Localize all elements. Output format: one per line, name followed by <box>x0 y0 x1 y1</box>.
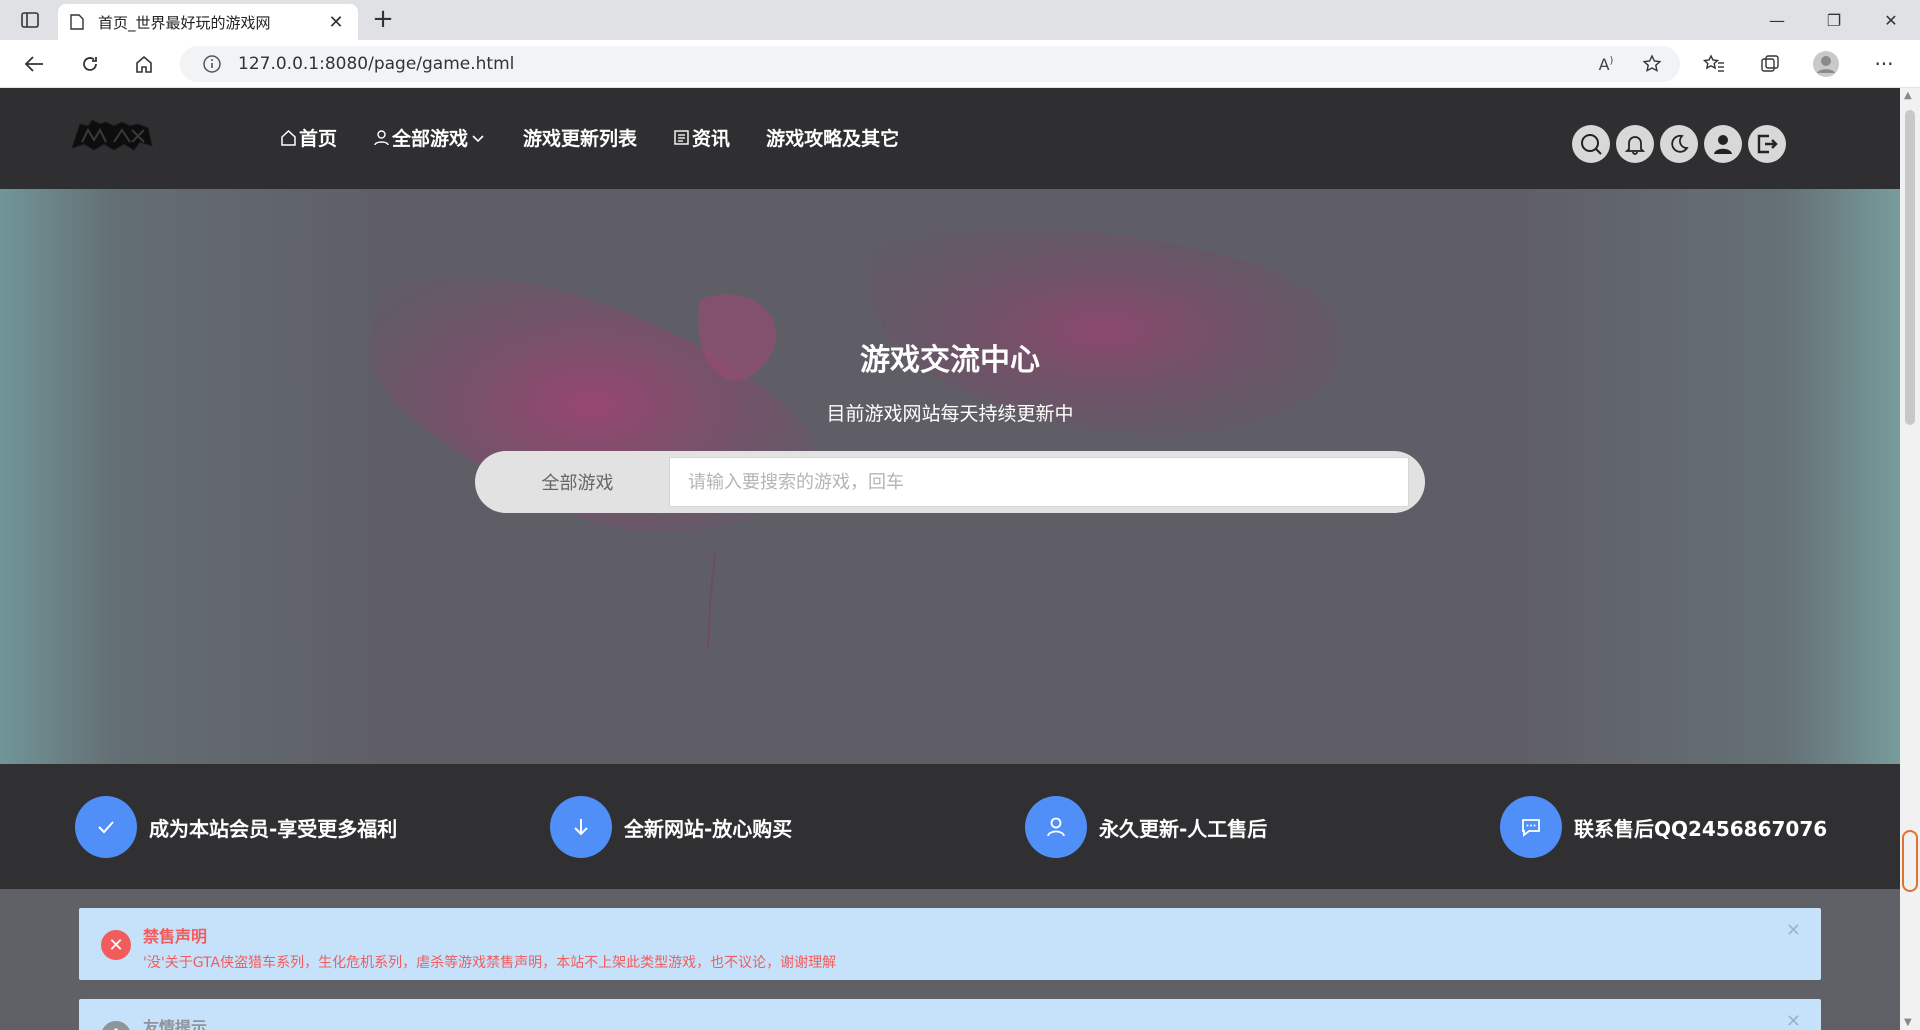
user-icon <box>374 130 389 146</box>
more-icon[interactable]: ··· <box>1866 48 1902 80</box>
close-tab-icon[interactable]: ✕ <box>326 12 346 33</box>
feature-text: 成为本站会员-享受更多福利 <box>149 816 398 841</box>
minimize-button[interactable]: — <box>1748 0 1806 40</box>
close-icon[interactable]: ✕ <box>1786 920 1801 941</box>
new-tab-button[interactable]: + <box>368 5 398 35</box>
nav-home-label: 首页 <box>299 128 338 150</box>
scroll-marker <box>1902 830 1918 892</box>
collections-icon[interactable] <box>1752 48 1788 80</box>
favorites-icon[interactable] <box>1696 48 1732 80</box>
nav-all-games[interactable]: 全部游戏 <box>373 124 487 151</box>
browser-tab-bar: 首页_世界最好玩的游戏网 ✕ + — ❐ ✕ <box>0 0 1920 40</box>
main-nav: 首页 全部游戏 游戏更新列表 资讯 游戏攻略及其它 <box>280 124 935 151</box>
content-area: ✕ 禁售声明 '没'关于GTA侠盗猎车系列，生化危机系列，虐杀等游戏禁售声明，本… <box>0 889 1900 1030</box>
notice-title: 禁售声明 <box>143 927 208 946</box>
profile-avatar[interactable] <box>1808 48 1844 80</box>
scroll-thumb[interactable] <box>1905 110 1915 425</box>
hero-subtitle: 目前游戏网站每天持续更新中 <box>826 403 1074 425</box>
bell-icon[interactable] <box>1616 125 1654 163</box>
nav-news-label: 资讯 <box>692 128 731 150</box>
error-icon: ✕ <box>101 930 131 960</box>
search-input[interactable] <box>669 457 1409 507</box>
read-aloud-icon[interactable]: A) <box>1588 48 1624 80</box>
search-icon[interactable] <box>1572 125 1610 163</box>
restore-button[interactable]: ❐ <box>1805 0 1863 40</box>
feature-item: 全新网站-放心购买 <box>550 796 792 858</box>
tab-actions-icon[interactable] <box>14 8 46 32</box>
browser-tab[interactable]: 首页_世界最好玩的游戏网 ✕ <box>58 4 358 40</box>
nav-all-games-label: 全部游戏 <box>392 128 469 150</box>
nav-news[interactable]: 资讯 <box>673 124 730 151</box>
feature-item: 成为本站会员-享受更多福利 <box>75 796 397 858</box>
window-close-button[interactable]: ✕ <box>1862 0 1920 40</box>
header-actions <box>1572 125 1786 163</box>
nav-guides-label: 游戏攻略及其它 <box>766 128 900 150</box>
check-icon <box>75 796 137 858</box>
home-icon <box>281 129 296 146</box>
chevron-down-icon <box>472 134 484 142</box>
nav-updates-label: 游戏更新列表 <box>523 128 638 150</box>
notice-title: 友情提示 <box>143 1018 208 1030</box>
feature-text: 全新网站-放心购买 <box>624 816 793 841</box>
home-button[interactable] <box>126 48 162 80</box>
back-button[interactable] <box>16 48 52 80</box>
page-icon <box>70 14 84 30</box>
tip-notice-alert: i 友情提示 ✕ <box>79 999 1821 1030</box>
news-icon <box>674 130 689 145</box>
search-category-select[interactable]: 全部游戏 <box>475 451 680 513</box>
hero-banner: 游戏交流中心 目前游戏网站每天持续更新中 全部游戏 <box>0 189 1900 764</box>
feature-item: 联系售后QQ2456867076 <box>1500 796 1827 858</box>
user-icon[interactable] <box>1704 125 1742 163</box>
message-icon <box>1500 796 1562 858</box>
info-icon: i <box>101 1021 131 1030</box>
scroll-up-arrow[interactable]: ▲ <box>1904 90 1912 101</box>
site-logo[interactable] <box>70 118 154 152</box>
scroll-down-arrow[interactable]: ▼ <box>1904 1017 1912 1028</box>
site-info-icon[interactable] <box>202 54 222 74</box>
nav-home[interactable]: 首页 <box>280 124 337 151</box>
feature-item: 永久更新-人工售后 <box>1025 796 1267 858</box>
add-favorite-icon[interactable] <box>1634 48 1670 80</box>
hero-title: 游戏交流中心 <box>860 343 1040 378</box>
arrow-down-icon <box>550 796 612 858</box>
features-band: 成为本站会员-享受更多福利 全新网站-放心购买 永久更新-人工售后 联系售后QQ… <box>0 764 1900 889</box>
url-text: 127.0.0.1:8080/page/game.html <box>238 54 515 74</box>
feature-text: 永久更新-人工售后 <box>1099 816 1268 841</box>
address-bar[interactable]: 127.0.0.1:8080/page/game.html <box>180 46 1680 82</box>
page-scrollbar[interactable]: ▲ ▼ <box>1900 88 1920 1030</box>
site-header: 首页 全部游戏 游戏更新列表 资讯 游戏攻略及其它 <box>0 88 1900 189</box>
feature-text: 联系售后QQ2456867076 <box>1574 816 1828 841</box>
notice-body: '没'关于GTA侠盗猎车系列，生化危机系列，虐杀等游戏禁售声明，本站不上架此类型… <box>143 955 837 971</box>
browser-toolbar: 127.0.0.1:8080/page/game.html A) ··· <box>0 40 1920 88</box>
moon-icon[interactable] <box>1660 125 1698 163</box>
nav-updates[interactable]: 游戏更新列表 <box>523 124 637 151</box>
ban-notice-alert: ✕ 禁售声明 '没'关于GTA侠盗猎车系列，生化危机系列，虐杀等游戏禁售声明，本… <box>79 908 1821 980</box>
search-bar: 全部游戏 <box>475 451 1425 513</box>
nav-guides[interactable]: 游戏攻略及其它 <box>766 124 899 151</box>
close-icon[interactable]: ✕ <box>1786 1011 1801 1030</box>
user-icon <box>1025 796 1087 858</box>
logout-icon[interactable] <box>1748 125 1786 163</box>
tab-title: 首页_世界最好玩的游戏网 <box>98 13 271 32</box>
reload-button[interactable] <box>72 48 108 80</box>
